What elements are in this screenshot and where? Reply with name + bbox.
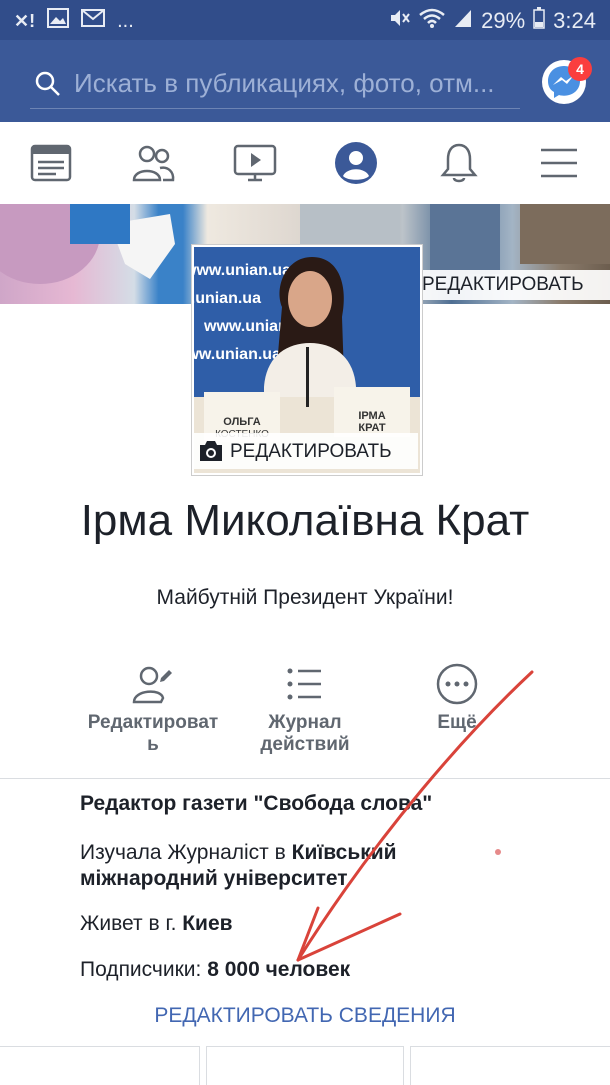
cover-edit-button[interactable]: РЕДАКТИРОВАТЬ: [418, 270, 610, 300]
more-icon: [436, 663, 478, 705]
profile-picture[interactable]: www.unian.ua www.unian.ua www.unian.ua w…: [192, 245, 422, 475]
svg-text:ІРМА: ІРМА: [358, 410, 385, 422]
featured-card[interactable]: [206, 1046, 404, 1085]
gallery-icon: [47, 8, 70, 34]
nav-watch[interactable]: [232, 140, 278, 186]
more-label: Ещё: [437, 712, 477, 733]
edit-profile-icon: [132, 666, 172, 704]
education-school-2[interactable]: міжнародний університет: [80, 867, 348, 890]
search-input[interactable]: Искать в публикациях, фото, отм...: [30, 62, 520, 109]
search-header: Искать в публикациях, фото, отм...: [0, 40, 610, 122]
battery-percent: 29%: [481, 8, 526, 33]
camera-icon: [198, 439, 224, 469]
search-placeholder: Искать в публикациях, фото, отм...: [74, 68, 495, 98]
nav-notifications[interactable]: [436, 140, 482, 186]
status-bar: ✕! ... 29% 3:24: [0, 0, 610, 40]
activity-log-label-2: действий: [260, 734, 350, 755]
profile-name: Ірма Миколаївна Крат: [80, 496, 530, 545]
intro-job: Редактор газети "Свобода слова": [80, 792, 432, 816]
edit-profile-button[interactable]: Редактироват ь: [78, 662, 228, 756]
nav-news-feed[interactable]: [28, 140, 74, 186]
menu-icon: [541, 148, 577, 178]
wifi-icon: [419, 8, 445, 34]
intro-location: Живет в г. Киев: [80, 912, 233, 936]
avatar-edit-button[interactable]: РЕДАКТИРОВАТЬ: [194, 433, 418, 469]
education-prefix: Изучала Журналіст в: [80, 841, 292, 864]
avatar-edit-label: РЕДАКТИРОВАТЬ: [230, 441, 392, 462]
svg-text:www.unian.ua: www.unian.ua: [194, 290, 261, 307]
svg-text:www.unian.ua: www.unian.ua: [194, 346, 281, 363]
friends-icon: [132, 145, 175, 182]
nav-profile[interactable]: [333, 140, 379, 186]
featured-card[interactable]: [410, 1046, 610, 1085]
nav-friends[interactable]: [130, 140, 176, 186]
featured-card[interactable]: [0, 1046, 200, 1085]
bell-icon: [440, 143, 478, 183]
navigation-bar: [0, 122, 610, 205]
messenger-badge: 4: [568, 57, 592, 81]
followers-prefix: Подписчики:: [80, 958, 208, 981]
activity-log-button[interactable]: Журнал действий: [230, 662, 380, 756]
location-city[interactable]: Киев: [182, 912, 232, 935]
clock: 3:24: [553, 8, 596, 33]
edit-profile-label-2: ь: [147, 734, 159, 755]
more-button[interactable]: Ещё: [382, 662, 532, 734]
profile-bio: Майбутній Президент України!: [156, 586, 454, 609]
followers-count[interactable]: 8 000 человек: [207, 958, 350, 981]
intro-education: Изучала Журналіст в Київський міжнародни…: [80, 840, 500, 892]
profile-icon: [335, 142, 377, 184]
section-divider: [0, 778, 610, 779]
notification-icon: ✕!: [14, 10, 36, 31]
education-school-1[interactable]: Київський: [292, 841, 397, 864]
news-feed-icon: [30, 144, 72, 182]
more-notifications: ...: [117, 9, 134, 32]
svg-text:www.unian.ua: www.unian.ua: [194, 262, 291, 279]
edit-profile-label-1: Редактироват: [87, 712, 219, 733]
activity-log-icon: [287, 668, 321, 700]
intro-followers: Подписчики: 8 000 человек: [80, 958, 350, 982]
mail-icon: [81, 9, 106, 33]
edit-details-link[interactable]: РЕДАКТИРОВАТЬ СВЕДЕНИЯ: [0, 1004, 610, 1028]
nav-menu[interactable]: [536, 140, 582, 186]
signal-icon: [453, 8, 473, 34]
svg-text:ОЛЬГА: ОЛЬГА: [223, 416, 260, 428]
location-prefix: Живет в г.: [80, 912, 183, 935]
mute-icon: [389, 8, 411, 34]
job-text: Редактор газети "Свобода слова": [80, 792, 433, 815]
activity-log-label-1: Журнал: [268, 712, 342, 733]
video-icon: [233, 144, 277, 182]
search-icon: [34, 70, 62, 103]
battery-icon: [533, 7, 545, 35]
featured-cards-row: [0, 1046, 610, 1085]
